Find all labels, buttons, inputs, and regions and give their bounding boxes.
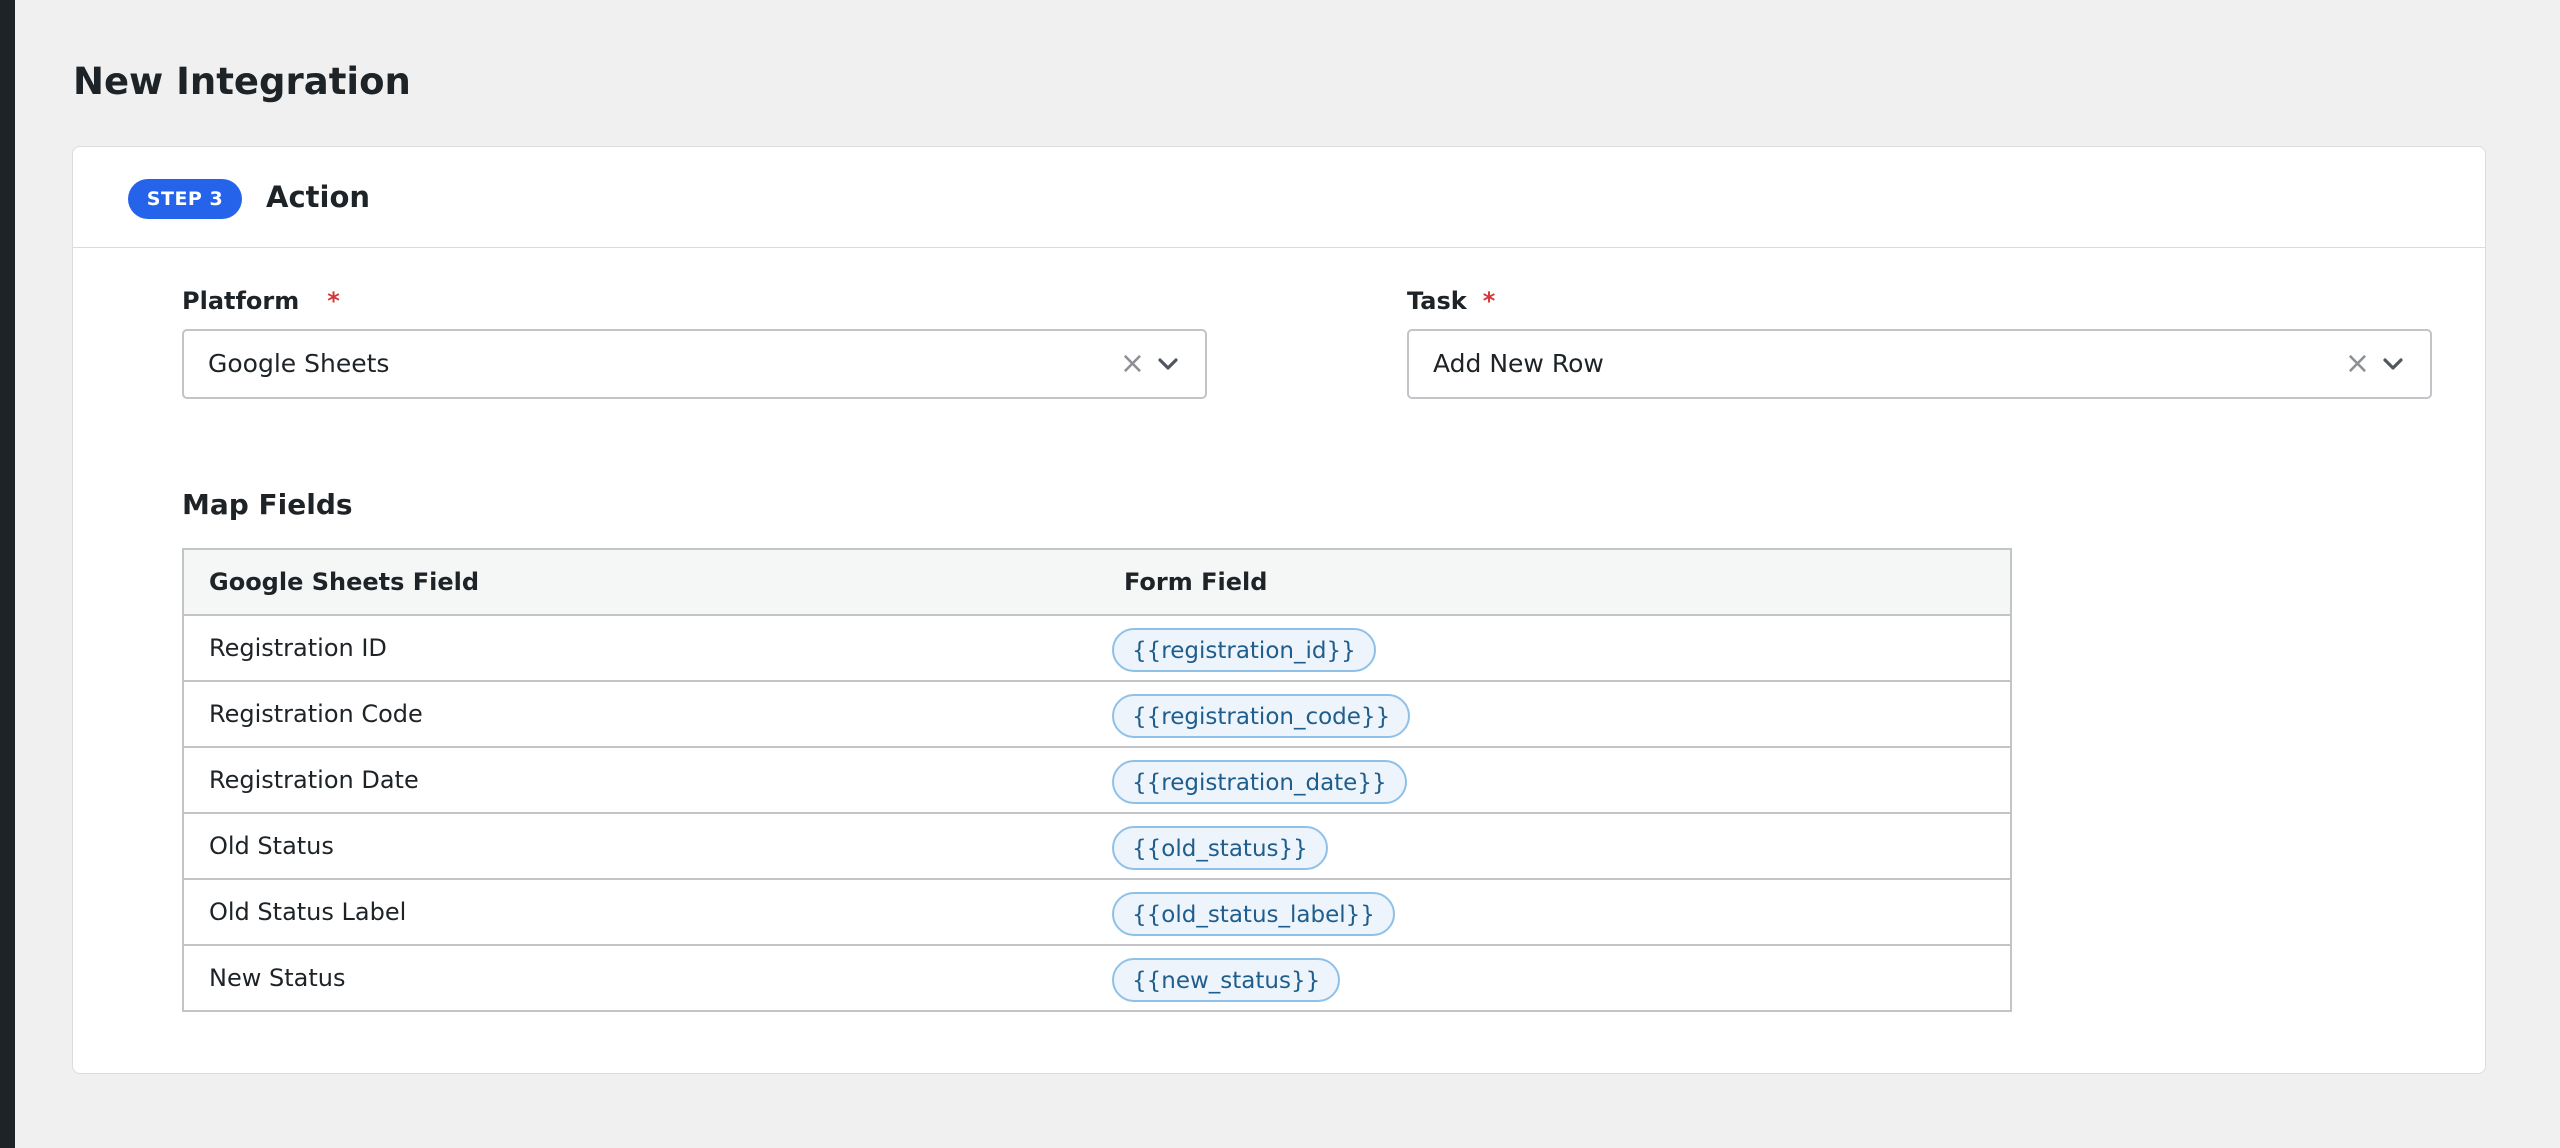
sheets-field-name: Registration ID	[209, 634, 387, 662]
table-row: Registration ID {{registration_id}}	[184, 616, 2010, 682]
table-row: New Status {{new_status}}	[184, 946, 2010, 1010]
step-badge: STEP 3	[128, 179, 242, 219]
table-row: Old Status {{old_status}}	[184, 814, 2010, 880]
task-label: Task *	[1407, 285, 1495, 317]
form-field-tag[interactable]: {{registration_date}}	[1112, 760, 1407, 804]
admin-sidebar-edge	[0, 0, 15, 1148]
chevron-down-icon[interactable]	[1157, 353, 1179, 375]
required-marker: *	[1482, 287, 1496, 315]
integration-step-card: STEP 3 Action Platform * Google Sheets × …	[72, 146, 2486, 1074]
sheets-field-name: New Status	[209, 964, 346, 992]
section-title: Action	[266, 180, 371, 214]
form-field-tag[interactable]: {{registration_code}}	[1112, 694, 1411, 738]
card-header: STEP 3 Action	[73, 147, 2485, 248]
table-row: Registration Date {{registration_date}}	[184, 748, 2010, 814]
chevron-down-icon[interactable]	[2382, 353, 2404, 375]
column-header-form-field: Form Field	[1124, 568, 1268, 596]
task-select-value: Add New Row	[1433, 349, 1604, 378]
task-label-text: Task	[1407, 287, 1467, 315]
platform-select-value: Google Sheets	[208, 349, 390, 378]
page-title: New Integration	[73, 60, 411, 103]
map-fields-table: Google Sheets Field Form Field Registrat…	[182, 548, 2012, 1012]
sheets-field-name: Old Status	[209, 832, 334, 860]
platform-label-text: Platform	[182, 287, 300, 315]
close-icon[interactable]: ×	[2345, 331, 2370, 397]
map-fields-title: Map Fields	[182, 488, 353, 521]
task-select[interactable]: Add New Row ×	[1407, 329, 2432, 399]
form-field-tag[interactable]: {{old_status_label}}	[1112, 892, 1395, 936]
form-field-tag[interactable]: {{new_status}}	[1112, 958, 1341, 1002]
table-row: Registration Code {{registration_code}}	[184, 682, 2010, 748]
column-header-sheets-field: Google Sheets Field	[209, 568, 480, 596]
sheets-field-name: Old Status Label	[209, 898, 407, 926]
platform-label: Platform *	[182, 285, 340, 317]
close-icon[interactable]: ×	[1120, 331, 1145, 397]
sheets-field-name: Registration Date	[209, 766, 419, 794]
form-field-tag[interactable]: {{registration_id}}	[1112, 628, 1376, 672]
table-header-row: Google Sheets Field Form Field	[184, 550, 2010, 616]
platform-select[interactable]: Google Sheets ×	[182, 329, 1207, 399]
sheets-field-name: Registration Code	[209, 700, 423, 728]
required-marker: *	[327, 287, 340, 315]
form-field-tag[interactable]: {{old_status}}	[1112, 826, 1328, 870]
table-row: Old Status Label {{old_status_label}}	[184, 880, 2010, 946]
